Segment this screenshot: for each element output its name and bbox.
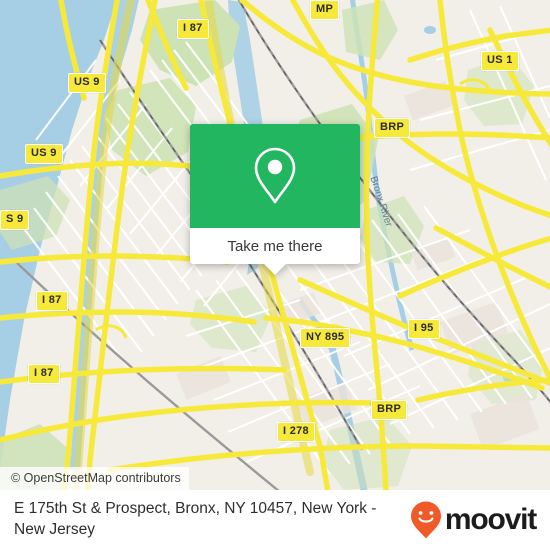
highway-shield: I 87 [36, 291, 68, 311]
highway-shield: NY 895 [300, 328, 351, 348]
map-canvas[interactable]: MP I 87 US 1 US 9 BRP US 9 S 9 I 87 NY 895 I 95 I … [0, 0, 550, 490]
popup-image-panel [190, 124, 360, 228]
highway-shield: I 87 [177, 19, 209, 39]
map-attribution[interactable]: © OpenStreetMap contributors [0, 466, 189, 490]
highway-shield: BRP [374, 118, 411, 138]
popup-action-panel[interactable]: Take me there [190, 228, 360, 275]
highway-shield: US 9 [68, 73, 106, 93]
location-title: E 175th St & Prospect, Bronx, NY 10457, … [14, 500, 377, 538]
moovit-wordmark: moovit [444, 503, 537, 536]
moovit-smiley-pin-icon [410, 501, 441, 539]
map-pin-icon [254, 147, 296, 204]
footer-bar: E 175th St & Prospect, Bronx, NY 10457, … [0, 490, 550, 550]
highway-shield: I 278 [277, 422, 315, 442]
take-me-there-popup[interactable]: Take me there [190, 124, 360, 275]
popup-tail-pointer [264, 264, 286, 275]
highway-shield: S 9 [0, 210, 30, 230]
screenshot-root: MP I 87 US 1 US 9 BRP US 9 S 9 I 87 NY 895 I 95 I … [0, 0, 550, 550]
highway-shield: I 95 [408, 319, 440, 339]
highway-shield: MP [310, 0, 340, 20]
highway-shield: BRP [371, 400, 408, 420]
highway-shield: US 1 [481, 51, 519, 71]
moovit-brand[interactable]: moovit [409, 500, 537, 540]
take-me-there-label: Take me there [227, 237, 323, 255]
highway-shield: US 9 [25, 144, 63, 164]
highway-shield: I 87 [28, 364, 60, 384]
